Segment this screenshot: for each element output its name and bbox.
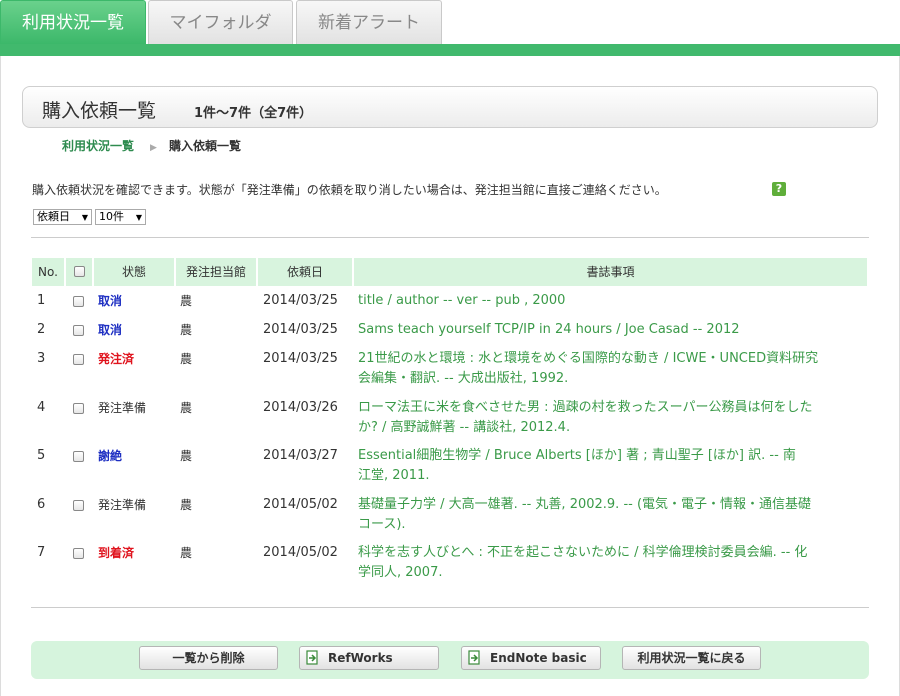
status-badge: 発注準備 [98, 498, 147, 512]
branch-name: 農 [180, 546, 193, 560]
tab-new-alerts[interactable]: 新着アラート [296, 0, 442, 44]
biblio-link-continued[interactable]: 江堂, 2011. [358, 465, 858, 487]
status-badge: 取消 [98, 294, 123, 308]
branch-name: 農 [180, 323, 193, 337]
status-badge: 謝絶 [98, 449, 123, 463]
export-document-icon [306, 650, 318, 665]
page-description: 購入依頼状況を確認できます。状態が「発注準備」の依頼を取り消したい場合は、発注担… [32, 183, 667, 197]
request-date: 2014/03/27 [263, 448, 338, 463]
biblio-link[interactable]: 基礎量子力学 / 大高一雄著. -- 丸善, 2002.9. -- (電気・電子… [358, 494, 858, 516]
export-document-icon [468, 650, 480, 665]
branch-name: 農 [180, 498, 193, 512]
status-badge: 発注準備 [98, 401, 147, 415]
breadcrumb: 利用状況一覧 ▶ 購入依頼一覧 [62, 137, 241, 154]
tab-my-folder[interactable]: マイフォルダ [148, 0, 293, 44]
result-count: 1件～7件（全7件） [194, 106, 313, 121]
biblio-link[interactable]: Sams teach yourself TCP/IP in 24 hours /… [358, 319, 858, 341]
select-all-checkbox[interactable] [74, 266, 85, 277]
endnote-button[interactable]: EndNote basic [461, 646, 601, 670]
row-number: 3 [37, 351, 46, 366]
chevron-down-icon: ▼ [135, 213, 142, 222]
tab-underline-bar [0, 44, 900, 56]
status-badge: 取消 [98, 323, 123, 337]
breadcrumb-separator-icon: ▶ [150, 143, 157, 153]
biblio-link-continued[interactable]: コース). [358, 514, 858, 536]
row-checkbox[interactable] [73, 354, 84, 365]
sort-select[interactable]: 依頼日 ▼ [33, 209, 92, 225]
row-number: 6 [37, 497, 46, 512]
row-checkbox[interactable] [73, 325, 84, 336]
request-date: 2014/03/26 [263, 400, 338, 415]
status-badge: 到着済 [98, 546, 135, 560]
header-select-all [66, 258, 92, 286]
sort-select-value: 依頼日 [37, 210, 70, 223]
page-title-box: 購入依頼一覧 1件～7件（全7件） [22, 86, 878, 128]
request-date: 2014/05/02 [263, 497, 338, 512]
header-date: 依頼日 [258, 258, 352, 286]
row-checkbox[interactable] [73, 451, 84, 462]
biblio-link[interactable]: title / author -- ver -- pub , 2000 [358, 290, 858, 312]
back-to-usage-list-button[interactable]: 利用状況一覧に戻る [622, 646, 761, 670]
row-number: 7 [37, 545, 46, 560]
tab-usage-list[interactable]: 利用状況一覧 [0, 0, 146, 44]
branch-name: 農 [180, 449, 193, 463]
page-title: 購入依頼一覧 [42, 100, 157, 122]
status-badge: 発注済 [98, 352, 135, 366]
request-date: 2014/03/25 [263, 322, 338, 337]
request-date: 2014/05/02 [263, 545, 338, 560]
endnote-label: EndNote basic [490, 651, 587, 665]
tab-bar: 利用状況一覧 マイフォルダ 新着アラート [0, 0, 900, 46]
refworks-label: RefWorks [328, 651, 393, 665]
row-number: 2 [37, 322, 46, 337]
branch-name: 農 [180, 401, 193, 415]
header-branch: 発注担当館 [176, 258, 256, 286]
divider [31, 607, 869, 608]
biblio-link[interactable]: ローマ法王に米を食べさせた男 : 過疎の村を救ったスーパー公務員は何をした [358, 397, 858, 419]
row-number: 4 [37, 400, 46, 415]
chevron-down-icon: ▼ [81, 213, 88, 222]
branch-name: 農 [180, 294, 193, 308]
request-date: 2014/03/25 [263, 351, 338, 366]
breadcrumb-link-usage-list[interactable]: 利用状況一覧 [62, 139, 134, 153]
row-number: 1 [37, 293, 46, 308]
row-checkbox[interactable] [73, 500, 84, 511]
refworks-button[interactable]: RefWorks [299, 646, 439, 670]
count-select[interactable]: 10件 ▼ [95, 209, 146, 225]
header-status: 状態 [94, 258, 174, 286]
row-checkbox[interactable] [73, 296, 84, 307]
row-checkbox[interactable] [73, 403, 84, 414]
breadcrumb-current: 購入依頼一覧 [168, 139, 241, 153]
row-number: 5 [37, 448, 46, 463]
biblio-link[interactable]: 科学を志す人びとへ : 不正を起こさないために / 科学倫理検討委員会編. --… [358, 542, 858, 564]
biblio-link[interactable]: 21世紀の水と環境 : 水と環境をめぐる国際的な動き / ICWE・UNCED資… [358, 348, 858, 370]
delete-from-list-button[interactable]: 一覧から削除 [139, 646, 278, 670]
biblio-link-continued[interactable]: 会編集・翻訳. -- 大成出版社, 1992. [358, 368, 858, 390]
biblio-link-continued[interactable]: か? / 高野誠鮮著 -- 講談社, 2012.4. [358, 417, 858, 439]
count-select-value: 10件 [99, 210, 124, 223]
help-icon[interactable]: ? [772, 182, 786, 196]
biblio-link-continued[interactable]: 学同人, 2007. [358, 562, 858, 584]
biblio-link[interactable]: Essential細胞生物学 / Bruce Alberts [ほか] 著 ; … [358, 445, 858, 467]
branch-name: 農 [180, 352, 193, 366]
row-checkbox[interactable] [73, 548, 84, 559]
request-date: 2014/03/25 [263, 293, 338, 308]
header-biblio: 書誌事項 [354, 258, 867, 286]
divider [31, 237, 869, 238]
header-no: No. [32, 258, 64, 286]
